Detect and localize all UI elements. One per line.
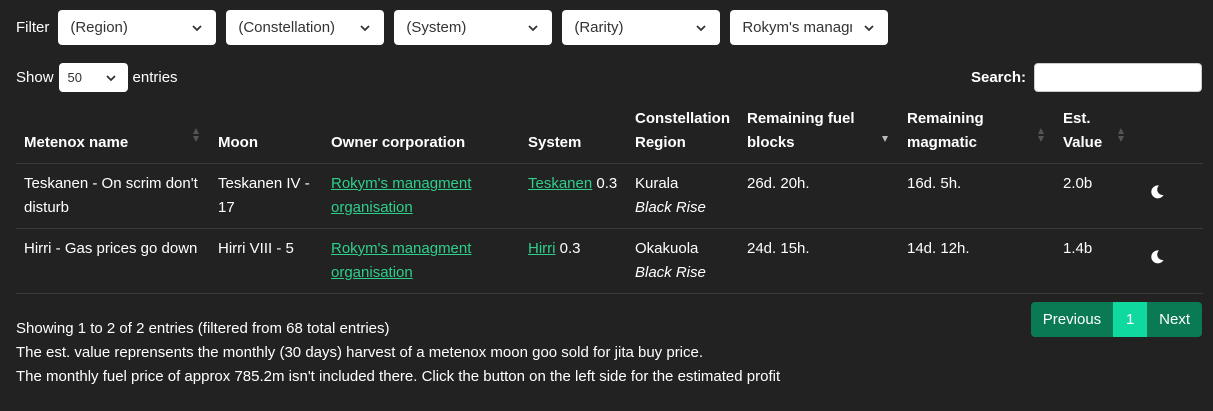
security-status: 0.3 — [596, 175, 618, 192]
sort-icon — [1038, 128, 1044, 142]
header-label: Constellation — [635, 110, 731, 127]
chevron-down-icon — [696, 24, 706, 31]
cell-remaining-magmatic: 16d. 5h. — [899, 163, 1055, 229]
entries-per-page-value: 50 — [67, 70, 82, 85]
sort-desc-icon — [882, 136, 888, 142]
filter-label: Filter — [16, 19, 50, 36]
owner-link[interactable]: Rokym's managment organisation — [331, 240, 471, 281]
search-input[interactable] — [1034, 63, 1202, 92]
header-label: System — [528, 134, 582, 151]
constellation-name: Okakuola — [635, 240, 699, 257]
fuel-note: The monthly fuel price of approx 785.2m … — [16, 368, 781, 385]
cell-moon: Hirri VIII - 5 — [210, 228, 323, 294]
chevron-down-icon — [528, 24, 538, 31]
region-name: Black Rise — [635, 264, 706, 281]
header-label: Moon — [218, 134, 258, 151]
cell-moon: Teskanen IV - 17 — [210, 163, 323, 229]
rarity-select-value: (Rarity) — [574, 19, 624, 36]
owner-link[interactable]: Rokym's managment organisation — [331, 175, 471, 216]
chevron-down-icon — [864, 24, 874, 31]
chevron-down-icon — [360, 24, 370, 31]
cell-remaining-magmatic: 14d. 12h. — [899, 228, 1055, 294]
header-moon[interactable]: Moon — [210, 107, 323, 164]
cell-owner: Rokym's managment organisation — [323, 163, 520, 229]
previous-button[interactable]: Previous — [1030, 302, 1114, 337]
header-actions — [1135, 107, 1203, 164]
security-status: 0.3 — [559, 240, 581, 257]
value-note: The est. value reprensents the monthly (… — [16, 344, 704, 361]
owner-select-value: Rokym's managment organisation — [742, 19, 852, 36]
page-1-button[interactable]: 1 — [1113, 302, 1148, 337]
header-label: Remaining fuel — [747, 110, 855, 127]
table-header-row: Metenox name Moon Owner corporation Syst… — [16, 107, 1203, 164]
owner-select[interactable]: Rokym's managment organisation — [730, 10, 889, 45]
cell-metenox-name: Teskanen - On scrim don't disturb — [16, 163, 210, 229]
header-label: Region — [635, 134, 686, 151]
system-select-value: (System) — [406, 19, 467, 36]
header-label: magmatic — [907, 134, 978, 151]
search-control: Search: — [971, 63, 1202, 92]
header-label: blocks — [747, 134, 795, 151]
cell-est-value: 1.4b — [1055, 228, 1135, 294]
cell-remaining-fuel: 24d. 15h. — [739, 228, 899, 294]
search-label: Search: — [970, 69, 1026, 86]
header-system[interactable]: System — [520, 107, 627, 164]
next-button[interactable]: Next — [1147, 302, 1202, 337]
header-remaining-magmatic[interactable]: Remaining magmatic — [899, 107, 1055, 164]
moon-icon[interactable] — [1149, 249, 1165, 265]
chevron-down-icon — [105, 74, 116, 81]
region-select[interactable]: (Region) — [58, 10, 217, 45]
header-constellation-region[interactable]: Constellation Region — [627, 107, 739, 164]
region-name: Black Rise — [635, 199, 706, 216]
cell-owner: Rokym's managment organisation — [323, 228, 520, 294]
cell-est-value: 2.0b — [1055, 163, 1135, 229]
cell-metenox-name: Hirri - Gas prices go down — [16, 228, 210, 294]
cell-constellation-region: Okakuola Black Rise — [627, 228, 739, 294]
header-est-value[interactable]: Est. Value — [1055, 107, 1135, 164]
rarity-select[interactable]: (Rarity) — [562, 10, 721, 45]
table-row: Teskanen - On scrim don't disturb Teskan… — [16, 163, 1203, 229]
header-label: Remaining — [907, 110, 984, 127]
cell-constellation-region: Kurala Black Rise — [627, 163, 739, 229]
sort-icon — [193, 128, 199, 142]
entries-label: entries — [132, 69, 178, 86]
show-label: Show — [16, 69, 54, 86]
constellation-select[interactable]: (Constellation) — [226, 10, 385, 45]
sort-icon — [1118, 128, 1124, 142]
pagination: Previous 1 Next — [1030, 302, 1202, 337]
cell-system: Teskanen 0.3 — [520, 163, 627, 229]
system-link[interactable]: Teskanen — [528, 175, 592, 192]
metenox-table: Metenox name Moon Owner corporation Syst… — [16, 107, 1203, 294]
cell-actions — [1135, 228, 1203, 294]
cell-system: Hirri 0.3 — [520, 228, 627, 294]
header-label: Metenox name — [24, 134, 129, 151]
cell-actions — [1135, 163, 1203, 229]
constellation-select-value: (Constellation) — [238, 19, 336, 36]
cell-remaining-fuel: 26d. 20h. — [739, 163, 899, 229]
entries-per-page-select[interactable]: 50 — [58, 63, 128, 92]
system-link[interactable]: Hirri — [528, 240, 556, 257]
entries-summary: Showing 1 to 2 of 2 entries (filtered fr… — [16, 320, 390, 337]
moon-icon[interactable] — [1149, 184, 1165, 200]
header-metenox-name[interactable]: Metenox name — [16, 107, 210, 164]
length-control: Show 50 entries — [16, 63, 178, 92]
chevron-down-icon — [192, 24, 202, 31]
table-row: Hirri - Gas prices go down Hirri VIII - … — [16, 228, 1203, 294]
header-remaining-fuel[interactable]: Remaining fuel blocks — [739, 107, 899, 164]
header-label: Est. — [1063, 110, 1091, 127]
table-info: Showing 1 to 2 of 2 entries (filtered fr… — [16, 317, 780, 389]
system-select[interactable]: (System) — [394, 10, 553, 45]
header-label: Value — [1063, 134, 1103, 151]
region-select-value: (Region) — [70, 19, 128, 36]
filter-bar: Filter (Region) (Constellation) (System)… — [16, 10, 898, 45]
header-owner-corporation[interactable]: Owner corporation — [323, 107, 520, 164]
header-label: Owner corporation — [331, 134, 466, 151]
constellation-name: Kurala — [635, 175, 679, 192]
